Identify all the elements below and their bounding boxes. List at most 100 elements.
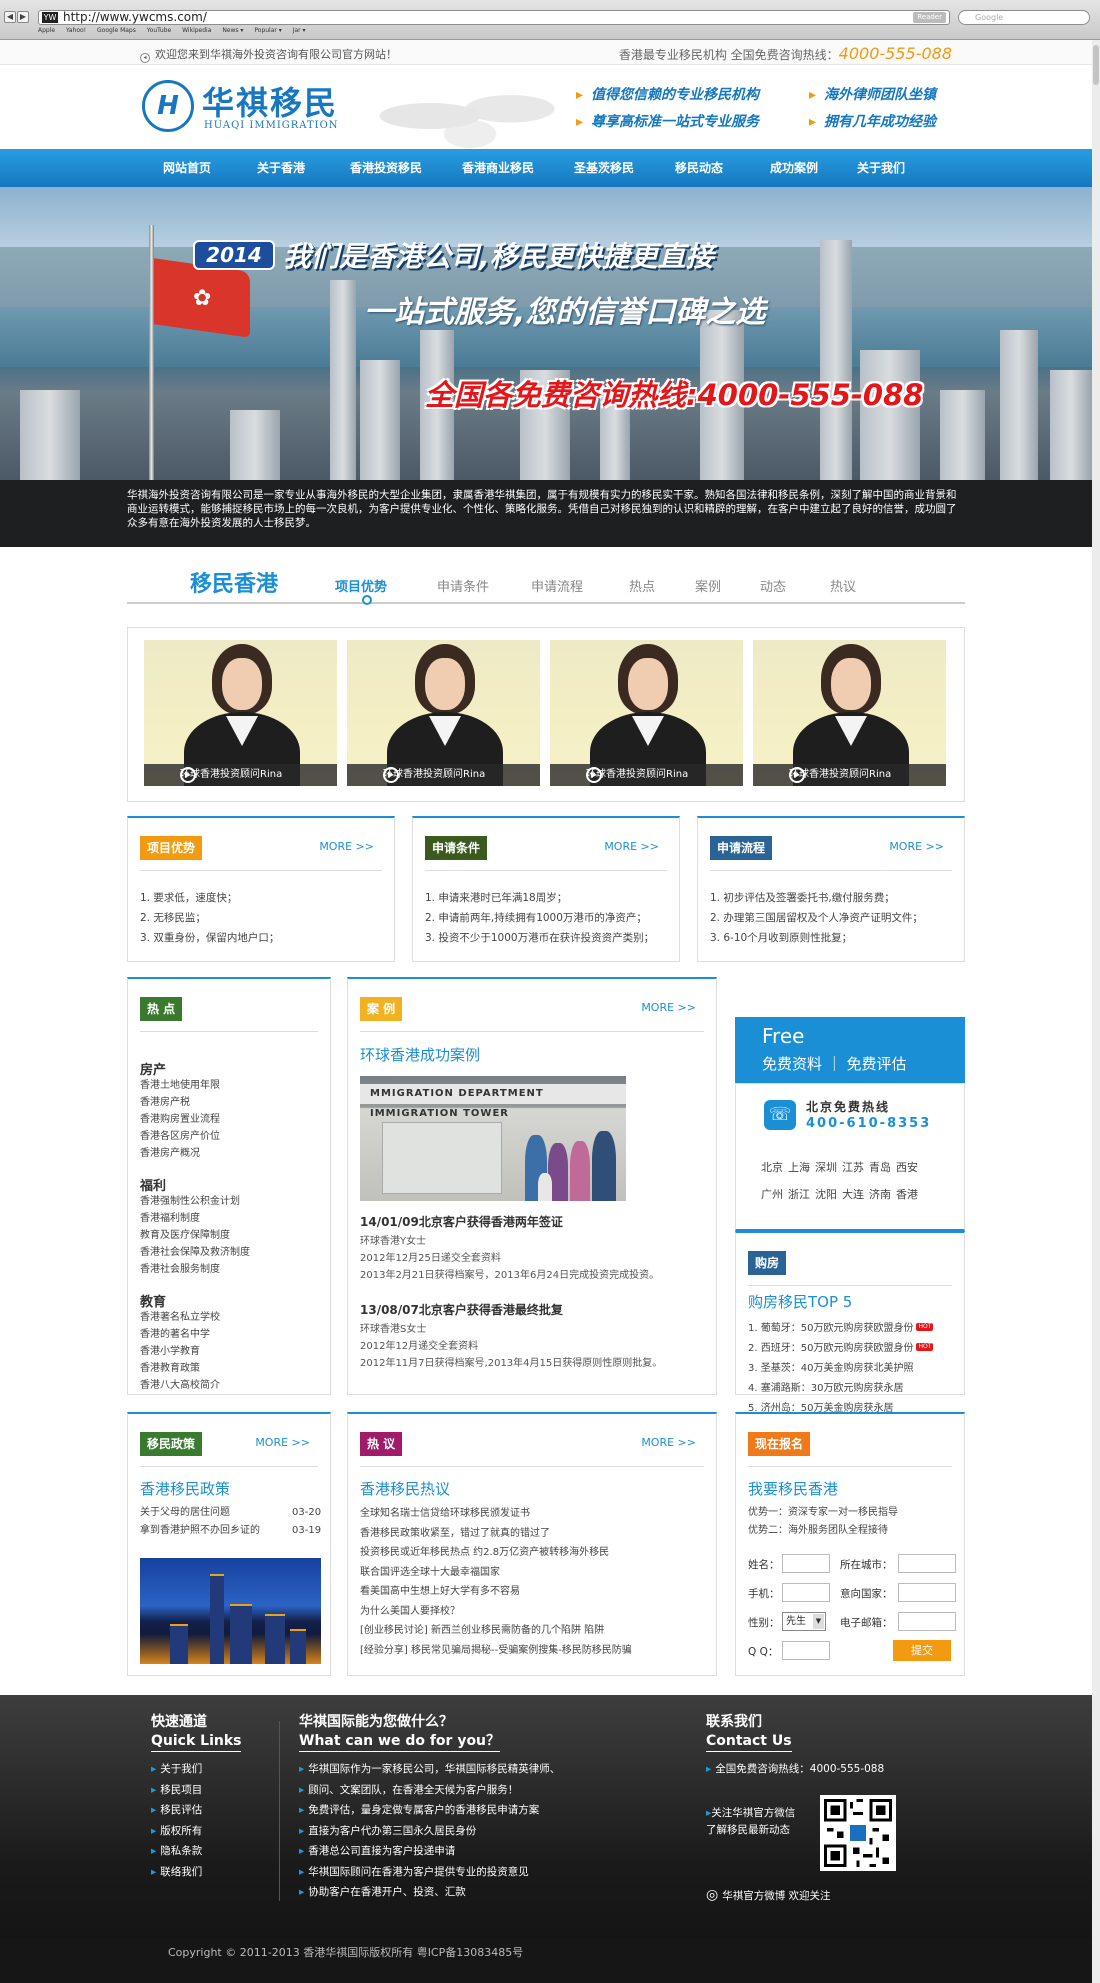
more-link[interactable]: MORE >> bbox=[255, 1436, 310, 1449]
tab-conditions[interactable]: 申请条件 bbox=[437, 576, 489, 595]
footer-link[interactable]: 移民项目 bbox=[151, 1780, 202, 1801]
city-link[interactable]: 北京 bbox=[761, 1161, 783, 1174]
hot-link[interactable]: 香港教育政策 bbox=[140, 1360, 220, 1377]
nav-news[interactable]: 移民动态 bbox=[675, 149, 723, 187]
qq-input[interactable] bbox=[782, 1641, 830, 1660]
play-icon[interactable]: ▶ bbox=[789, 767, 805, 783]
forward-button[interactable]: ▶ bbox=[17, 11, 29, 23]
bookmark-item[interactable]: Popular ▾ bbox=[254, 27, 281, 34]
case-title[interactable]: 14/01/09北京客户获得香港两年签证 bbox=[360, 1213, 563, 1230]
case-title[interactable]: 13/08/07北京客户获得香港最终批复 bbox=[360, 1301, 563, 1318]
city-link[interactable]: 深圳 bbox=[815, 1161, 837, 1174]
page-scrollbar[interactable] bbox=[1092, 40, 1100, 1983]
address-bar[interactable]: YW http://www.ywcms.com/ Reader bbox=[38, 10, 950, 25]
city-link[interactable]: 济南 bbox=[869, 1188, 891, 1201]
signup-subtitle[interactable]: 我要移民香港 bbox=[748, 1478, 838, 1499]
tab-process[interactable]: 申请流程 bbox=[531, 576, 583, 595]
more-link[interactable]: MORE >> bbox=[319, 840, 374, 853]
back-button[interactable]: ◀ bbox=[4, 11, 16, 23]
house-item[interactable]: 1. 葡萄牙：50万欧元购房获欧盟身份 HOT bbox=[748, 1319, 934, 1339]
hot-link[interactable]: 香港八大高校简介 bbox=[140, 1377, 220, 1394]
hot-link[interactable]: 香港社会服务制度 bbox=[140, 1261, 250, 1278]
nav-hk-business[interactable]: 香港商业移民 bbox=[462, 149, 534, 187]
name-input[interactable] bbox=[782, 1554, 830, 1573]
video-thumbnail[interactable]: 环球香港投资顾问Rina ▶ bbox=[550, 640, 743, 786]
play-icon[interactable]: ▶ bbox=[180, 767, 196, 783]
tab-hot[interactable]: 热点 bbox=[629, 576, 655, 595]
hk-night-photo[interactable] bbox=[140, 1558, 321, 1664]
bookmark-item[interactable]: Wikipedia bbox=[182, 27, 211, 34]
hot-link[interactable]: 香港著名私立学校 bbox=[140, 1309, 220, 1326]
discuss-item[interactable]: 看美国高中生想上好大学有多不容易 bbox=[360, 1582, 632, 1602]
city-link[interactable]: 广州 bbox=[761, 1188, 783, 1201]
nav-cases[interactable]: 成功案例 bbox=[770, 149, 818, 187]
nav-st-kitts[interactable]: 圣基茨移民 bbox=[574, 149, 634, 187]
policy-item[interactable]: 拿到香港护照不办回乡证的 03-19 bbox=[140, 1522, 321, 1540]
hot-link[interactable]: 香港房产概况 bbox=[140, 1145, 220, 1162]
footer-link[interactable]: 联络我们 bbox=[151, 1862, 202, 1883]
bookmark-item[interactable]: Google Maps bbox=[97, 27, 136, 34]
discuss-item[interactable]: [创业移民讨论] 新西兰创业移民需防备的几个陷阱 陷阱 bbox=[360, 1621, 632, 1641]
scrollbar-thumb[interactable] bbox=[1093, 45, 1099, 85]
tab-discuss[interactable]: 热议 bbox=[830, 576, 856, 595]
weibo-icon[interactable]: ◎ bbox=[706, 1887, 718, 1903]
city-input[interactable] bbox=[898, 1554, 956, 1573]
discuss-item[interactable]: 联合国评选全球十大最幸福国家 bbox=[360, 1563, 632, 1583]
nav-hk-investment[interactable]: 香港投资移民 bbox=[350, 149, 422, 187]
more-link[interactable]: MORE >> bbox=[889, 840, 944, 853]
city-link[interactable]: 江苏 bbox=[842, 1161, 864, 1174]
email-input[interactable] bbox=[898, 1612, 956, 1631]
nav-home[interactable]: 网站首页 bbox=[163, 149, 211, 187]
bookmark-item[interactable]: News ▾ bbox=[222, 27, 243, 34]
discuss-item[interactable]: 投资移民或近年移民热点 约2.8万亿资产被转移海外移民 bbox=[360, 1543, 632, 1563]
city-link[interactable]: 香港 bbox=[896, 1188, 918, 1201]
browser-search-field[interactable]: Google bbox=[958, 10, 1090, 25]
hot-link[interactable]: 香港的著名中学 bbox=[140, 1326, 220, 1343]
bookmark-item[interactable]: YouTube bbox=[147, 27, 171, 34]
cases-subtitle[interactable]: 环球香港成功案例 bbox=[360, 1044, 480, 1065]
discuss-item[interactable]: 为什么美国人要择校？ bbox=[360, 1602, 632, 1622]
weibo-text[interactable]: 华祺官方微博 欢迎关注 bbox=[722, 1890, 830, 1902]
video-thumbnail[interactable]: 环球香港投资顾问Rina ▶ bbox=[347, 640, 540, 786]
gender-select[interactable]: 先生 ▼ bbox=[782, 1612, 826, 1631]
house-item[interactable]: 4. 塞浦路斯：30万欧元购房获永居 bbox=[748, 1379, 933, 1399]
more-link[interactable]: MORE >> bbox=[641, 1001, 696, 1014]
play-icon[interactable]: ▶ bbox=[586, 767, 602, 783]
footer-link[interactable]: 版权所有 bbox=[151, 1821, 202, 1842]
phone-input[interactable] bbox=[782, 1583, 830, 1602]
discuss-item[interactable]: 香港移民政策收紧至，错过了就真的错过了 bbox=[360, 1524, 632, 1544]
house-subtitle[interactable]: 购房移民TOP 5 bbox=[748, 1291, 852, 1312]
country-input[interactable] bbox=[898, 1583, 956, 1602]
hot-link[interactable]: 香港福利制度 bbox=[140, 1210, 250, 1227]
video-thumbnail[interactable]: 环球香港投资顾问Rina ▶ bbox=[753, 640, 946, 786]
reader-button[interactable]: Reader bbox=[913, 12, 946, 23]
footer-link[interactable]: 隐私条款 bbox=[151, 1841, 202, 1862]
policy-item[interactable]: 关于父母的居住问题 03-20 bbox=[140, 1504, 321, 1522]
play-icon[interactable]: ▶ bbox=[383, 767, 399, 783]
city-link[interactable]: 沈阳 bbox=[815, 1188, 837, 1201]
nav-about-us[interactable]: 关于我们 bbox=[857, 149, 905, 187]
tab-cases[interactable]: 案例 bbox=[695, 576, 721, 595]
city-link[interactable]: 西安 bbox=[896, 1161, 918, 1174]
discuss-subtitle[interactable]: 香港移民热议 bbox=[360, 1478, 450, 1499]
footer-link[interactable]: 关于我们 bbox=[151, 1759, 202, 1780]
video-thumbnail[interactable]: 环球香港投资顾问Rina ▶ bbox=[144, 640, 337, 786]
hot-link[interactable]: 香港小学教育 bbox=[140, 1343, 220, 1360]
more-link[interactable]: MORE >> bbox=[641, 1436, 696, 1449]
discuss-item[interactable]: 全球知名瑞士信贷给环球移民颁发证书 bbox=[360, 1504, 632, 1524]
hot-link[interactable]: 香港房产税 bbox=[140, 1094, 220, 1111]
city-link[interactable]: 上海 bbox=[788, 1161, 810, 1174]
hot-link[interactable]: 香港各区房产价位 bbox=[140, 1128, 220, 1145]
policy-subtitle[interactable]: 香港移民政策 bbox=[140, 1478, 230, 1499]
tab-news[interactable]: 动态 bbox=[760, 576, 786, 595]
bookmark-item[interactable]: Jar ▾ bbox=[293, 27, 306, 34]
house-item[interactable]: 2. 西班牙：50万欧元购房获欧盟身份 HOT bbox=[748, 1339, 934, 1359]
bookmark-item[interactable]: Apple bbox=[38, 27, 55, 34]
free-banner[interactable]: Free 免费资料 ｜ 免费评估 bbox=[735, 1017, 965, 1083]
more-link[interactable]: MORE >> bbox=[604, 840, 659, 853]
discuss-item[interactable]: [经验分享] 移民常见骗局揭秘--受骗案例搜集-移民防移民防骗 bbox=[360, 1641, 632, 1661]
tab-advantages[interactable]: 项目优势 bbox=[335, 576, 387, 595]
submit-button[interactable]: 提交 bbox=[893, 1640, 951, 1661]
house-item[interactable]: 3. 圣基茨：40万美金购房获北美护照 bbox=[748, 1359, 933, 1379]
hot-link[interactable]: 香港购房置业流程 bbox=[140, 1111, 220, 1128]
